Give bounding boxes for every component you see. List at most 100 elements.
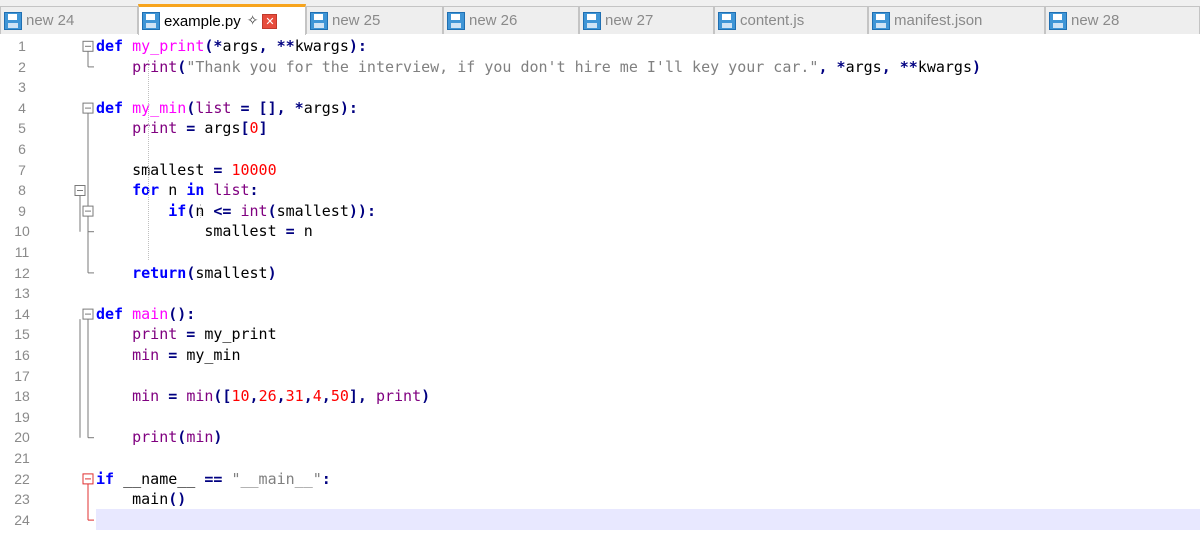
code-editor[interactable]: 1 def my_print(*args, **kwargs): 2 print("… bbox=[0, 35, 1200, 535]
code-line[interactable]: print = args[0] bbox=[96, 118, 268, 139]
code-line[interactable]: smallest = 10000 bbox=[96, 160, 277, 181]
code-token: [ bbox=[240, 119, 250, 138]
code-line[interactable]: if(n <= int(smallest)): bbox=[96, 201, 376, 222]
code-token: ] bbox=[258, 119, 268, 138]
line-number: 6 bbox=[18, 141, 26, 157]
code-token: ( bbox=[177, 57, 187, 76]
code-line[interactable]: min = min([10,26,31,4,50], print) bbox=[96, 386, 430, 407]
line-number: 7 bbox=[18, 161, 26, 178]
code-token: ) bbox=[972, 57, 982, 76]
code-token: n bbox=[195, 201, 214, 220]
code-token: 31 bbox=[285, 387, 304, 406]
code-line[interactable]: min = my_min bbox=[96, 345, 241, 366]
code-token: my_min bbox=[132, 98, 187, 117]
save-disk-icon bbox=[1049, 11, 1067, 30]
code-line[interactable]: return(smallest) bbox=[96, 263, 277, 284]
code-line[interactable]: def my_print(*args, **kwargs): bbox=[96, 36, 367, 57]
current-line-highlight bbox=[96, 509, 1200, 530]
code-token: ): bbox=[339, 98, 358, 117]
code-token: ) bbox=[421, 387, 431, 406]
line-number: 15 bbox=[14, 326, 30, 343]
code-token: 10000 bbox=[231, 160, 277, 179]
line-number: 10 bbox=[14, 223, 30, 240]
tab-example-py[interactable]: example.py ✧ ✕ bbox=[138, 4, 306, 35]
code-token: n bbox=[159, 181, 187, 200]
tab-new-27[interactable]: new 27 bbox=[579, 6, 714, 34]
code-line[interactable]: if __name__ == "__main__": bbox=[96, 469, 331, 490]
code-line[interactable]: def main(): bbox=[96, 304, 195, 325]
line-number: 1 bbox=[18, 38, 26, 54]
code-token: , bbox=[303, 387, 313, 406]
code-token: = [], * bbox=[231, 98, 304, 117]
tab-label: example.py bbox=[164, 12, 241, 30]
save-disk-icon bbox=[142, 12, 160, 30]
code-token: = bbox=[177, 119, 205, 138]
code-token: smallest bbox=[96, 222, 286, 241]
save-disk-icon bbox=[310, 11, 328, 30]
code-token: 26 bbox=[258, 387, 277, 406]
code-token: if bbox=[168, 201, 187, 220]
code-token: , bbox=[321, 387, 331, 406]
code-token: ) bbox=[267, 263, 277, 282]
pin-icon[interactable]: ✧ bbox=[247, 13, 259, 29]
save-disk-icon bbox=[718, 11, 736, 30]
line-number: 9 bbox=[18, 202, 26, 219]
code-token: args bbox=[845, 57, 882, 76]
tab-new-24[interactable]: new 24 bbox=[0, 6, 138, 34]
code-line[interactable]: for n in list: bbox=[96, 180, 259, 201]
fold-toggle-icon[interactable] bbox=[82, 473, 94, 485]
code-line[interactable]: print = my_print bbox=[96, 324, 277, 345]
code-token: args bbox=[204, 119, 241, 138]
code-token: "__main__" bbox=[231, 469, 322, 488]
code-token: = bbox=[285, 222, 304, 241]
fold-toggle-icon[interactable] bbox=[82, 40, 94, 52]
close-icon[interactable]: ✕ bbox=[262, 13, 278, 29]
code-token: my_min bbox=[186, 346, 241, 364]
tab-new-26[interactable]: new 26 bbox=[443, 6, 579, 34]
indent-guide bbox=[200, 203, 201, 219]
line-number: 23 bbox=[14, 491, 30, 508]
tab-label: new 25 bbox=[332, 12, 381, 29]
code-token: : bbox=[366, 201, 376, 220]
code-token: print bbox=[132, 428, 178, 447]
code-token: )) bbox=[348, 201, 367, 220]
tab-manifest-json[interactable]: manifest.json bbox=[868, 6, 1045, 34]
code-token: if bbox=[96, 469, 115, 488]
code-token: ): bbox=[348, 37, 367, 55]
tab-content-js[interactable]: content.js bbox=[714, 6, 868, 34]
fold-toggle-icon[interactable] bbox=[74, 185, 86, 196]
code-token: int bbox=[240, 201, 268, 220]
tab-label: new 24 bbox=[26, 12, 75, 29]
line-number: 5 bbox=[18, 120, 26, 137]
fold-toggle-icon[interactable] bbox=[82, 102, 94, 114]
code-line[interactable]: print("Thank you for the interview, if y… bbox=[96, 57, 981, 78]
tab-new-28[interactable]: new 28 bbox=[1045, 6, 1200, 34]
code-token: n bbox=[303, 222, 313, 241]
code-line[interactable]: smallest = n bbox=[96, 221, 313, 242]
fold-toggle-icon[interactable] bbox=[82, 308, 94, 320]
code-token: () bbox=[168, 490, 187, 509]
code-token: def bbox=[96, 98, 124, 117]
line-number: 18 bbox=[14, 388, 30, 405]
fold-toggle-icon[interactable] bbox=[82, 205, 94, 217]
code-token: list bbox=[213, 181, 250, 200]
code-line[interactable]: print(min) bbox=[96, 427, 222, 448]
code-token: (): bbox=[168, 304, 196, 323]
code-line[interactable]: main() bbox=[96, 489, 186, 510]
save-disk-icon bbox=[583, 11, 601, 30]
tab-new-25[interactable]: new 25 bbox=[306, 6, 443, 34]
code-line[interactable]: def my_min(list = [], *args): bbox=[96, 98, 358, 119]
line-number: 17 bbox=[14, 367, 30, 384]
code-token: min bbox=[186, 387, 214, 406]
code-token: "Thank you for the interview, if you don… bbox=[186, 57, 819, 76]
tab-label: manifest.json bbox=[894, 12, 983, 29]
code-token: = bbox=[159, 346, 187, 364]
code-token: : bbox=[249, 181, 259, 200]
